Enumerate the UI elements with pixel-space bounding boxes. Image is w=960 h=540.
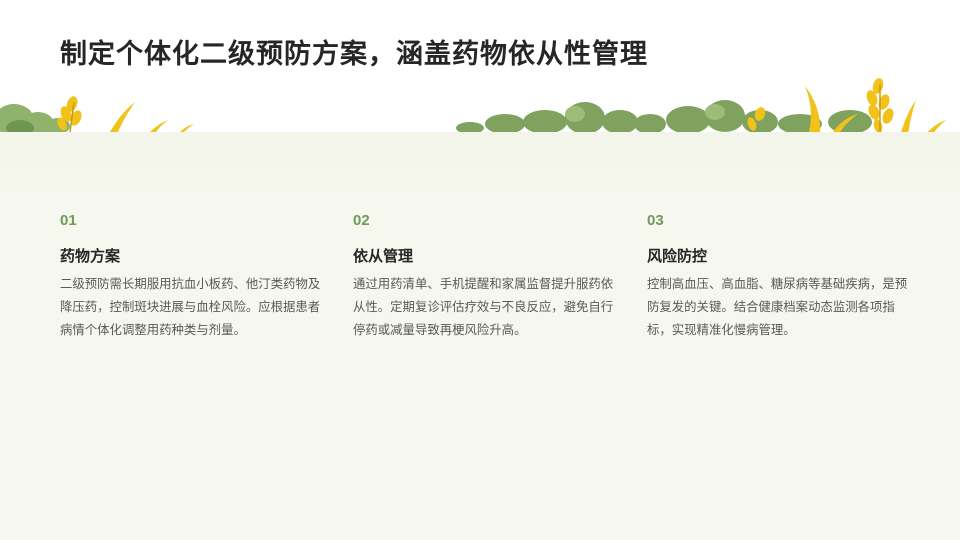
column-heading: 风险防控 (647, 247, 708, 265)
column-number: 02 (353, 212, 370, 229)
column-number: 01 (60, 212, 77, 229)
column-text: 二级预防需长期服用抗血小板药、他汀类药物及降压药，控制斑块进展与血栓风险。应根据… (60, 276, 321, 337)
column-text: 控制高血压、高血脂、糖尿病等基础疾病，是预防复发的关键。结合健康档案动态监测各项… (647, 276, 908, 337)
column-number: 03 (647, 212, 664, 229)
column-heading: 依从管理 (353, 247, 414, 265)
column-adherence-management: 02 依从管理 通过用药清单、手机提醒和家属监督提升服药依从性。定期复诊评估疗效… (353, 212, 615, 341)
column-medication-plan: 01 药物方案 二级预防需长期服用抗血小板药、他汀类药物及降压药，控制斑块进展与… (60, 212, 322, 341)
column-risk-control: 03 风险防控 控制高血压、高血脂、糖尿病等基础疾病，是预防复发的关键。结合健康… (647, 212, 909, 341)
wheat-grass-decoration-icon (0, 78, 946, 136)
column-heading: 药物方案 (60, 247, 121, 265)
content-band (0, 132, 960, 202)
slide-title: 制定个体化二级预防方案，涵盖药物依从性管理 (60, 39, 648, 70)
column-text: 通过用药清单、手机提醒和家属监督提升服药依从性。定期复诊评估疗效与不良反应，避免… (353, 276, 614, 337)
